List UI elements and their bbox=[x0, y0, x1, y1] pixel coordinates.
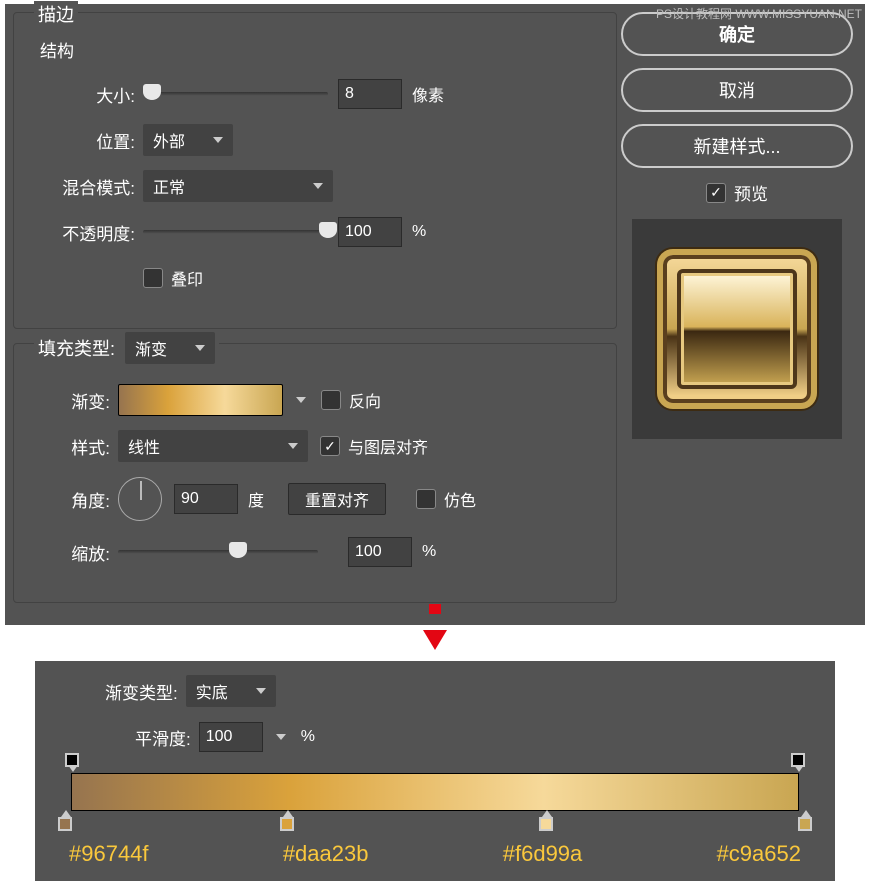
style-value: 线性 bbox=[128, 434, 160, 458]
fill-type-value: 渐变 bbox=[135, 336, 167, 360]
reverse-checkbox[interactable] bbox=[321, 390, 341, 410]
stroke-options-panel: 描边 结构 大小: 像素 位置: 外部 混合模式: 正常 bbox=[4, 4, 866, 626]
opacity-stop-left[interactable] bbox=[65, 753, 79, 767]
preview-checkbox[interactable] bbox=[706, 183, 726, 203]
style-select[interactable]: 线性 bbox=[118, 430, 308, 462]
scale-unit: % bbox=[422, 543, 436, 561]
smooth-unit: % bbox=[301, 728, 315, 746]
chevron-down-icon bbox=[296, 397, 306, 403]
fill-group: 填充类型: 渐变 渐变: 反向 样式: 线性 bbox=[13, 343, 617, 603]
dither-label: 仿色 bbox=[444, 487, 476, 511]
chevron-down-icon bbox=[213, 137, 223, 143]
size-input[interactable] bbox=[338, 79, 402, 109]
color-stop-2[interactable] bbox=[539, 817, 553, 831]
new-style-button[interactable]: 新建样式... bbox=[621, 124, 853, 168]
overprint-label: 叠印 bbox=[171, 266, 203, 290]
preview-swatch bbox=[657, 249, 817, 409]
smooth-label: 平滑度: bbox=[135, 725, 191, 750]
gradient-swatch[interactable] bbox=[118, 384, 283, 416]
fill-type-select[interactable]: 渐变 bbox=[125, 332, 215, 364]
smooth-stepper[interactable] bbox=[263, 721, 291, 753]
chevron-down-icon bbox=[256, 688, 266, 694]
preview-label: 预览 bbox=[734, 180, 768, 205]
color-stop-0[interactable] bbox=[58, 817, 72, 831]
position-label: 位置: bbox=[30, 128, 135, 153]
gradient-editor-panel: 渐变类型: 实底 平滑度: % #96744f #daa23b #f6d99a … bbox=[34, 660, 836, 882]
smooth-input[interactable] bbox=[199, 722, 263, 752]
angle-input[interactable] bbox=[174, 484, 238, 514]
chevron-down-icon bbox=[195, 345, 205, 351]
watermark-text: PS设计教程网 WWW.MISSYUAN.NET bbox=[656, 5, 862, 22]
grad-type-label: 渐变类型: bbox=[105, 679, 178, 704]
cancel-button[interactable]: 取消 bbox=[621, 68, 853, 112]
gradient-picker-button[interactable] bbox=[283, 384, 311, 416]
color-stop-1[interactable] bbox=[280, 817, 294, 831]
hex-row: #96744f #daa23b #f6d99a #c9a652 bbox=[65, 841, 805, 867]
hex-2: #f6d99a bbox=[503, 841, 583, 867]
blend-value: 正常 bbox=[153, 174, 185, 198]
opacity-slider[interactable] bbox=[143, 230, 328, 234]
opacity-stop-right[interactable] bbox=[791, 753, 805, 767]
hex-0: #96744f bbox=[69, 841, 149, 867]
dither-checkbox[interactable] bbox=[416, 489, 436, 509]
hex-3: #c9a652 bbox=[717, 841, 801, 867]
scale-label: 缩放: bbox=[30, 540, 110, 565]
size-slider[interactable] bbox=[143, 92, 328, 96]
grad-type-select[interactable]: 实底 bbox=[186, 675, 276, 707]
size-label: 大小: bbox=[30, 82, 135, 107]
overprint-checkbox[interactable] bbox=[143, 268, 163, 288]
grad-type-value: 实底 bbox=[196, 679, 228, 703]
blend-select[interactable]: 正常 bbox=[143, 170, 333, 202]
blend-label: 混合模式: bbox=[30, 174, 135, 199]
color-stop-3[interactable] bbox=[798, 817, 812, 831]
scale-input[interactable] bbox=[348, 537, 412, 567]
group-title-stroke: 描边 bbox=[34, 1, 78, 27]
style-preview bbox=[632, 219, 842, 439]
size-unit: 像素 bbox=[412, 82, 444, 106]
position-value: 外部 bbox=[153, 128, 185, 152]
reset-align-button[interactable]: 重置对齐 bbox=[288, 483, 386, 515]
structure-group: 描边 结构 大小: 像素 位置: 外部 混合模式: 正常 bbox=[13, 12, 617, 329]
scale-slider[interactable] bbox=[118, 550, 318, 554]
opacity-input[interactable] bbox=[338, 217, 402, 247]
style-label: 样式: bbox=[30, 434, 110, 459]
align-checkbox[interactable] bbox=[320, 436, 340, 456]
structure-subtitle: 结构 bbox=[40, 37, 600, 62]
align-label: 与图层对齐 bbox=[348, 434, 428, 458]
chevron-down-icon bbox=[276, 734, 286, 740]
arrow-down-icon bbox=[0, 630, 870, 660]
fill-type-label: 填充类型: bbox=[38, 335, 115, 361]
chevron-down-icon bbox=[313, 183, 323, 189]
opacity-label: 不透明度: bbox=[30, 220, 135, 245]
angle-dial[interactable] bbox=[118, 477, 162, 521]
chevron-down-icon bbox=[288, 443, 298, 449]
opacity-unit: % bbox=[412, 223, 426, 241]
angle-unit: 度 bbox=[248, 487, 264, 511]
angle-label: 角度: bbox=[30, 487, 110, 512]
gradient-bar[interactable] bbox=[71, 773, 799, 811]
gradient-label: 渐变: bbox=[30, 388, 110, 413]
gradient-bar-editor[interactable] bbox=[65, 773, 805, 811]
hex-1: #daa23b bbox=[283, 841, 369, 867]
reverse-label: 反向 bbox=[349, 388, 381, 412]
position-select[interactable]: 外部 bbox=[143, 124, 233, 156]
